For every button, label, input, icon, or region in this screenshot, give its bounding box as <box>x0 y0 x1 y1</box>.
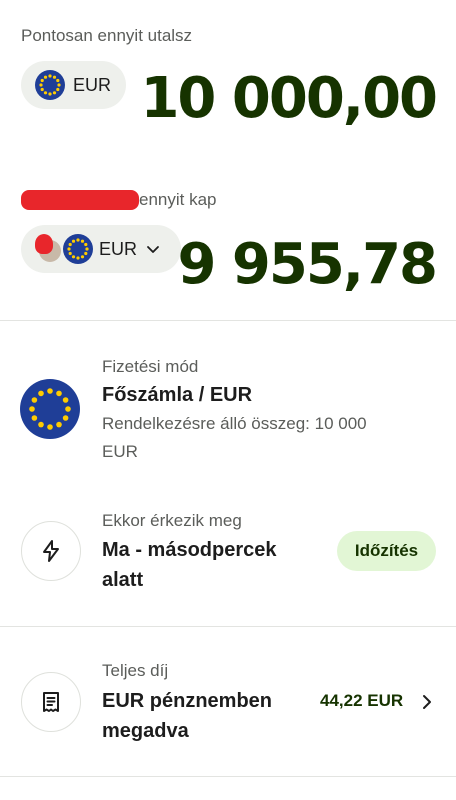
fee-icon-circle <box>21 672 81 732</box>
eu-flag-icon <box>63 234 93 264</box>
send-amount[interactable]: 10 000,00 <box>140 66 438 132</box>
divider <box>0 626 456 627</box>
fee-amount: 44,22 EUR <box>320 691 404 710</box>
arrival-title: Ma - másodpercek alatt <box>102 539 277 591</box>
recipient-label-text: ennyit kap <box>139 190 217 209</box>
chevron-right-icon <box>419 692 435 717</box>
schedule-badge-button[interactable]: Időzítés <box>337 531 436 571</box>
payment-method-balance: Rendelkezésre álló összeg: 10 000 EUR <box>102 414 367 461</box>
payment-method-flag <box>20 379 80 439</box>
fee-label: Teljes díj <box>102 661 169 680</box>
divider <box>0 776 456 777</box>
recipient-avatar <box>35 234 61 264</box>
fee-title: EUR pénznemben megadva <box>102 690 273 742</box>
payment-method-label: Fizetési mód <box>102 357 199 376</box>
divider <box>0 320 456 321</box>
receipt-icon <box>43 692 59 712</box>
eu-flag-icon <box>35 70 65 100</box>
eu-flag-icon <box>29 388 71 430</box>
send-currency-pill: EUR <box>21 61 126 109</box>
send-currency-code: EUR <box>73 74 112 95</box>
chevron-down-icon <box>145 241 161 257</box>
arrival-label: Ekkor érkezik meg <box>102 511 242 530</box>
lightning-icon <box>43 540 59 562</box>
receive-currency-selector[interactable]: EUR <box>21 225 181 273</box>
recipient-label: ennyit kap <box>21 188 217 212</box>
receive-amount: 9 955,78 <box>177 232 438 297</box>
arrival-icon-circle <box>21 521 81 581</box>
redacted-name <box>21 190 139 210</box>
send-label: Pontosan ennyit utalsz <box>21 26 193 45</box>
receive-currency-code: EUR <box>99 238 138 259</box>
payment-method-title: Főszámla / EUR <box>102 384 253 406</box>
